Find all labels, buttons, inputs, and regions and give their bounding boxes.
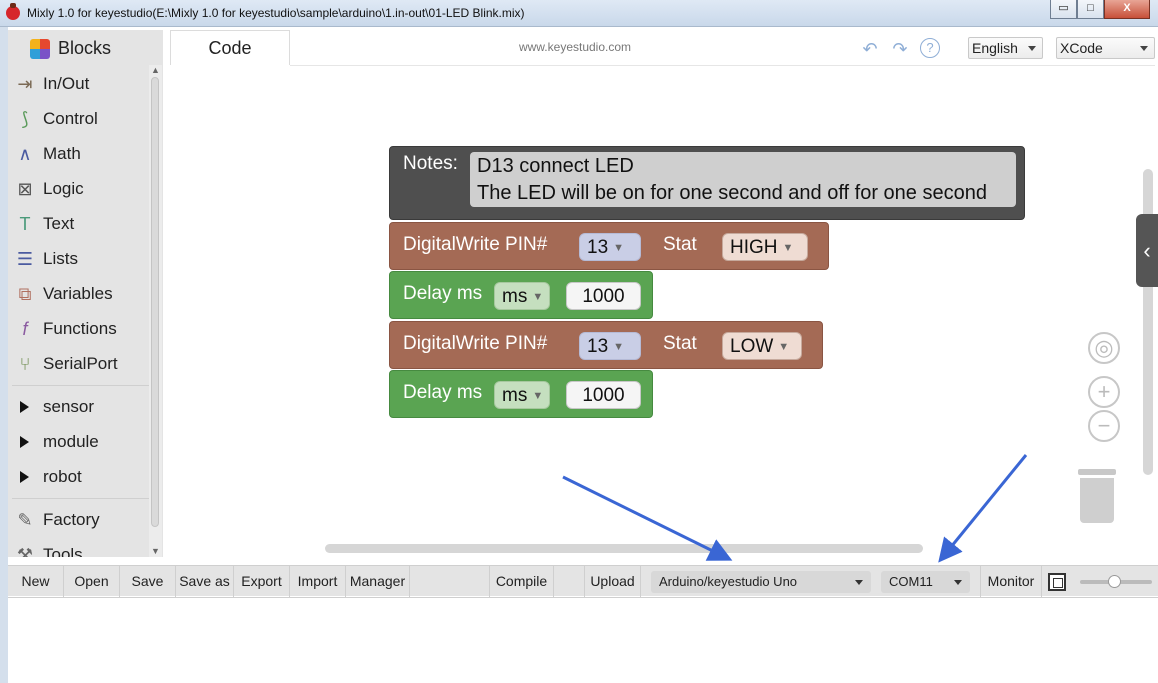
upload-button[interactable]: Upload (585, 566, 641, 597)
import-button[interactable]: Import (290, 566, 346, 597)
toolbar-spacer (554, 566, 585, 597)
chip-icon[interactable] (1048, 573, 1066, 591)
port-select[interactable]: COM11 (881, 571, 970, 593)
save-as-button[interactable]: Save as (176, 566, 234, 597)
chevron-down-icon (954, 580, 962, 585)
slider-knob[interactable] (1108, 575, 1121, 588)
board-value: Arduino/keyestudio Uno (659, 574, 798, 589)
output-console[interactable] (8, 597, 1158, 680)
font-size-slider[interactable] (1080, 575, 1152, 588)
open-button[interactable]: Open (64, 566, 120, 597)
monitor-button[interactable]: Monitor (980, 566, 1042, 597)
mixly-window: Mixly 1.0 for keyestudio(E:\Mixly 1.0 fo… (0, 0, 1158, 683)
new-button[interactable]: New (8, 566, 64, 597)
port-value: COM11 (889, 574, 933, 589)
chevron-down-icon (855, 580, 863, 585)
compile-button[interactable]: Compile (490, 566, 554, 597)
export-button[interactable]: Export (234, 566, 290, 597)
arrow-to-board-select (562, 475, 733, 561)
toolbar-spacer (410, 566, 490, 597)
save-button[interactable]: Save (120, 566, 176, 597)
arrow-to-port-select (938, 454, 1028, 563)
bottom-toolbar: New Open Save Save as Export Import Mana… (8, 565, 1158, 597)
manager-button[interactable]: Manager (346, 566, 410, 597)
board-select[interactable]: Arduino/keyestudio Uno (651, 571, 871, 593)
